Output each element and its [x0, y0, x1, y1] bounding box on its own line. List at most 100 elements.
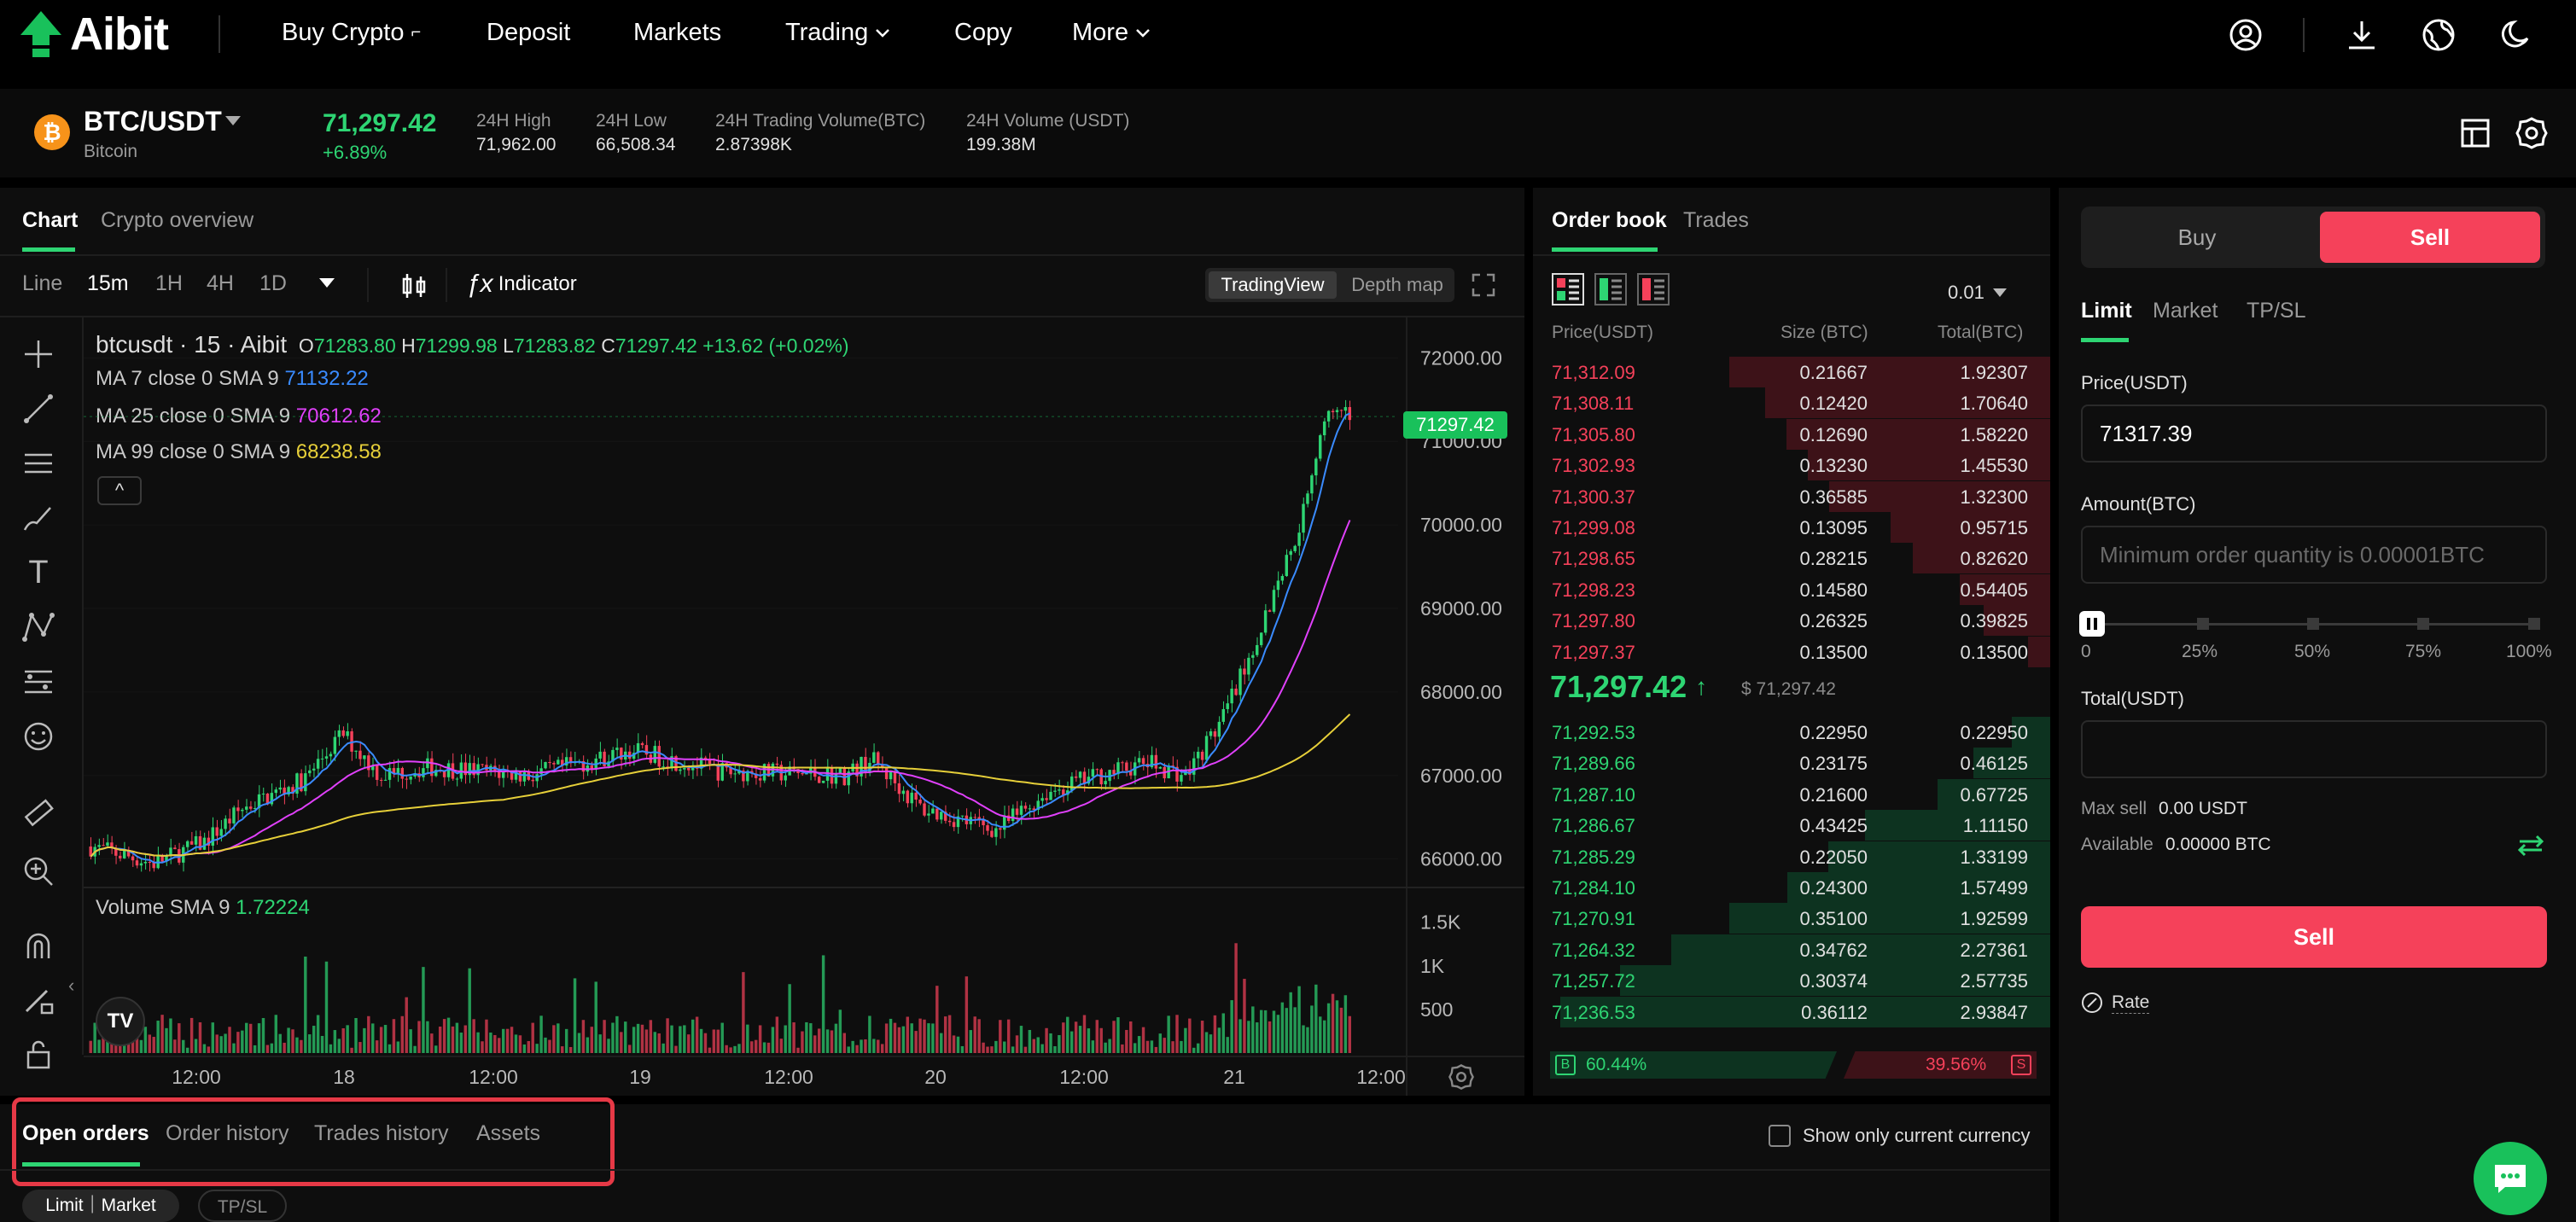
slider-step-25[interactable] — [2197, 618, 2209, 630]
chevron-down-icon — [1992, 288, 2007, 297]
chat-support-button[interactable] — [2474, 1142, 2547, 1215]
moon-icon[interactable] — [2496, 15, 2535, 55]
nav-trading[interactable]: Trading — [785, 19, 890, 47]
slider-step-100[interactable] — [2528, 618, 2540, 630]
nav-more[interactable]: More — [1072, 19, 1151, 47]
indicator-button[interactable]: ƒx Indicator — [466, 270, 577, 299]
bid-row[interactable]: 71,287.10 0.21600 0.67725 — [1533, 778, 2050, 810]
buy-tab-button[interactable]: Buy — [2088, 212, 2306, 263]
bid-row[interactable]: 71,284.10 0.24300 1.57499 — [1533, 872, 2050, 903]
parallel-lines-icon[interactable] — [19, 444, 58, 483]
tab-tpsl[interactable]: TP/SL — [2247, 299, 2305, 323]
logo[interactable]: Aibit — [20, 9, 169, 60]
bid-row[interactable]: 71,285.29 0.22050 1.33199 — [1533, 841, 2050, 872]
candle-body — [817, 777, 821, 783]
total-input[interactable] — [2081, 720, 2547, 778]
smiley-icon[interactable] — [19, 717, 58, 756]
depth-map-toggle[interactable]: Depth map — [1342, 271, 1453, 299]
pair-selector[interactable]: BTC/USDT — [84, 106, 222, 137]
slider-step-75[interactable] — [2417, 618, 2429, 630]
timeframe-4h[interactable]: 4H — [207, 271, 234, 296]
swap-icon[interactable] — [2517, 835, 2544, 861]
zoom-in-icon[interactable] — [19, 852, 58, 891]
bid-row[interactable]: 71,264.32 0.34762 2.27361 — [1533, 934, 2050, 965]
unlock-icon[interactable] — [19, 1034, 58, 1074]
candle-type-icon[interactable] — [399, 271, 428, 305]
pencil-lock-icon[interactable] — [19, 980, 58, 1019]
rate-link[interactable]: Rate — [2081, 992, 2150, 1014]
tab-chart[interactable]: Chart — [22, 208, 78, 233]
candle-body — [1053, 790, 1057, 792]
gear-icon[interactable] — [2515, 116, 2549, 154]
candlestick-chart[interactable]: 72000.0071000.0070000.0069000.0068000.00… — [84, 317, 1524, 1096]
pattern-icon[interactable] — [19, 608, 58, 647]
tab-order-book[interactable]: Order book — [1552, 208, 1667, 233]
ask-row[interactable]: 71,298.23 0.14580 0.54405 — [1533, 573, 2050, 605]
layout-icon[interactable] — [2460, 118, 2491, 153]
caret-down-icon[interactable] — [225, 116, 241, 125]
nav-deposit[interactable]: Deposit — [487, 19, 570, 47]
ruler-icon[interactable] — [19, 794, 58, 833]
bid-row[interactable]: 71,286.67 0.43425 1.11150 — [1533, 810, 2050, 841]
bid-row[interactable]: 71,289.66 0.23175 0.46125 — [1533, 748, 2050, 779]
globe-icon[interactable] — [2419, 15, 2458, 55]
ask-row[interactable]: 71,297.37 0.13500 0.13500 — [1533, 636, 2050, 667]
mid-price: 71,297.42 ↑ — [1550, 669, 1707, 705]
trend-line-icon[interactable] — [19, 389, 58, 428]
volume-bar — [771, 1027, 775, 1053]
timeframe-dropdown-icon[interactable] — [319, 278, 335, 288]
bid-row[interactable]: 71,257.72 0.30374 2.57735 — [1533, 965, 2050, 997]
chart-settings-gear-icon[interactable] — [1448, 1063, 1475, 1095]
bid-row[interactable]: 71,236.53 0.36112 2.93847 — [1533, 996, 2050, 1027]
forecast-icon[interactable] — [19, 662, 58, 701]
tab-market[interactable]: Market — [2153, 299, 2218, 323]
nav-copy[interactable]: Copy — [954, 19, 1012, 47]
volume-bar — [202, 1044, 207, 1053]
ask-row[interactable]: 71,298.65 0.28215 0.82620 — [1533, 543, 2050, 574]
amount-input[interactable]: Minimum order quantity is 0.00001BTC — [2081, 526, 2547, 584]
nav-buy-crypto[interactable]: Buy Crypto ⌐ — [282, 19, 421, 47]
price-input[interactable]: 71317.39 — [2081, 404, 2547, 463]
brush-icon[interactable] — [19, 498, 58, 538]
volume-bar — [228, 1027, 231, 1053]
ask-row[interactable]: 71,312.09 0.21667 1.92307 — [1533, 357, 2050, 387]
timeframe-15m[interactable]: 15m — [87, 271, 129, 296]
orderbook-both-view-icon[interactable] — [1552, 273, 1584, 310]
user-icon[interactable] — [2226, 15, 2265, 55]
bid-row[interactable]: 71,292.53 0.22950 0.22950 — [1533, 717, 2050, 748]
timeframe-1h[interactable]: 1H — [155, 271, 183, 296]
ask-row[interactable]: 71,302.93 0.13230 1.45530 — [1533, 450, 2050, 481]
ask-row[interactable]: 71,308.11 0.12420 1.70640 — [1533, 387, 2050, 419]
ask-row[interactable]: 71,299.08 0.13095 0.95715 — [1533, 512, 2050, 543]
crosshair-icon[interactable] — [19, 335, 58, 374]
tab-limit[interactable]: Limit — [2081, 299, 2132, 323]
volume-bar — [573, 978, 577, 1053]
filter-limit-market[interactable]: Limit｜Market — [22, 1190, 179, 1222]
show-only-current-checkbox[interactable] — [1769, 1125, 1791, 1147]
ask-row[interactable]: 71,297.80 0.26325 0.39825 — [1533, 605, 2050, 637]
ask-row[interactable]: 71,305.80 0.12690 1.58220 — [1533, 418, 2050, 450]
filter-tpsl[interactable]: TP/SL — [198, 1190, 287, 1222]
timeframe-1d[interactable]: 1D — [259, 271, 287, 296]
orderbook-asks-view-icon[interactable] — [1637, 273, 1670, 310]
tradingview-toggle[interactable]: TradingView — [1209, 271, 1337, 299]
tab-crypto-overview[interactable]: Crypto overview — [101, 208, 254, 233]
sell-tab-button[interactable]: Sell — [2320, 212, 2540, 263]
candle-body — [131, 856, 135, 861]
collapse-toolbar-icon[interactable]: ‹ — [68, 975, 74, 997]
ask-row[interactable]: 71,300.37 0.36585 1.32300 — [1533, 480, 2050, 512]
magnet-icon[interactable] — [19, 927, 58, 966]
nav-markets[interactable]: Markets — [633, 19, 721, 47]
sell-submit-button[interactable]: Sell — [2081, 906, 2547, 968]
precision-selector[interactable]: 0.01 — [1948, 282, 2007, 304]
candle-body — [1069, 776, 1074, 791]
fullscreen-icon[interactable] — [1472, 273, 1495, 301]
bid-row[interactable]: 71,270.91 0.35100 1.92599 — [1533, 903, 2050, 934]
text-tool-icon[interactable]: T — [19, 553, 58, 592]
slider-step-50[interactable] — [2307, 618, 2319, 630]
orderbook-bids-view-icon[interactable] — [1594, 273, 1627, 310]
tab-trades[interactable]: Trades — [1683, 208, 1749, 233]
timeframe-line[interactable]: Line — [22, 271, 62, 296]
amount-slider-thumb[interactable] — [2079, 611, 2105, 637]
download-icon[interactable] — [2342, 15, 2381, 55]
